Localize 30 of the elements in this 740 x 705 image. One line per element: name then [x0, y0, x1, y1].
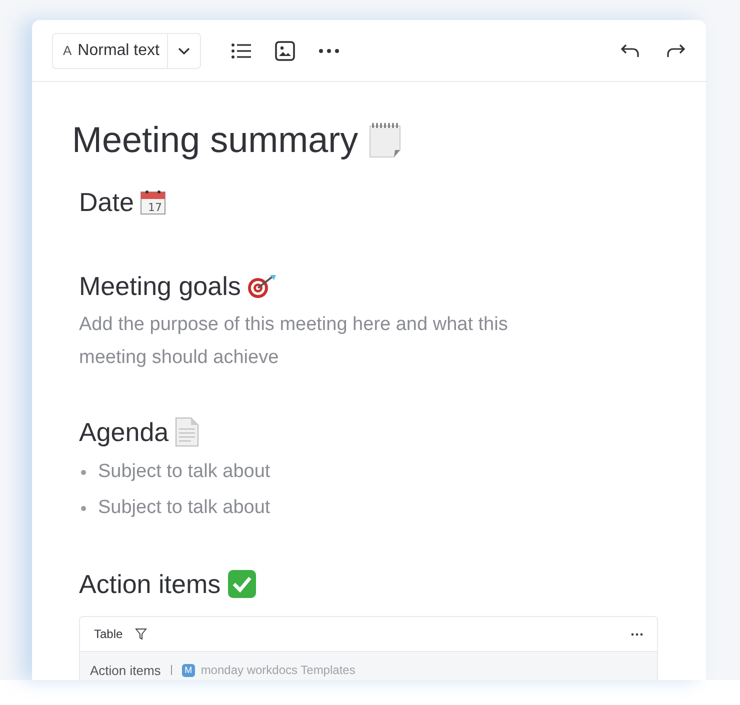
document-icon	[174, 417, 199, 447]
bullet-dot	[81, 506, 86, 510]
bullet-text: Subject to talk about	[98, 497, 270, 519]
text-style-label: Normal text	[78, 42, 160, 60]
filter-icon[interactable]	[134, 628, 147, 640]
undo-icon[interactable]	[620, 42, 640, 58]
more-icon[interactable]	[319, 48, 340, 52]
bullet-text: Subject to talk about	[98, 461, 270, 483]
more-icon[interactable]	[631, 632, 643, 636]
workspace-name: monday workdocs Templates	[200, 663, 356, 677]
board-name: Action items	[90, 662, 161, 678]
section-heading: Meeting goals	[79, 270, 241, 303]
target-icon	[246, 273, 277, 299]
section-heading: Action items	[79, 568, 221, 601]
chevron-down-icon[interactable]	[178, 46, 190, 54]
text-style-dropdown[interactable]: A Normal text	[52, 32, 202, 68]
redo-icon[interactable]	[666, 42, 686, 58]
workspace-badge: M	[182, 664, 195, 676]
text-style-glyph: A	[62, 43, 73, 58]
image-icon[interactable]	[275, 40, 296, 60]
section-heading: Agenda	[79, 416, 169, 449]
paragraph: Add the purpose of this meeting here and what this meeting should achieve	[79, 313, 509, 370]
calendar-icon: 17	[140, 189, 166, 215]
bullet-list-icon[interactable]	[231, 42, 252, 58]
checkmark-icon	[226, 569, 257, 599]
document-title: Meeting summary	[72, 118, 358, 162]
view-tab[interactable]: Table	[94, 627, 123, 641]
bullet-dot	[81, 470, 86, 474]
section-heading: Date	[79, 186, 134, 219]
notepad-icon	[368, 122, 402, 158]
